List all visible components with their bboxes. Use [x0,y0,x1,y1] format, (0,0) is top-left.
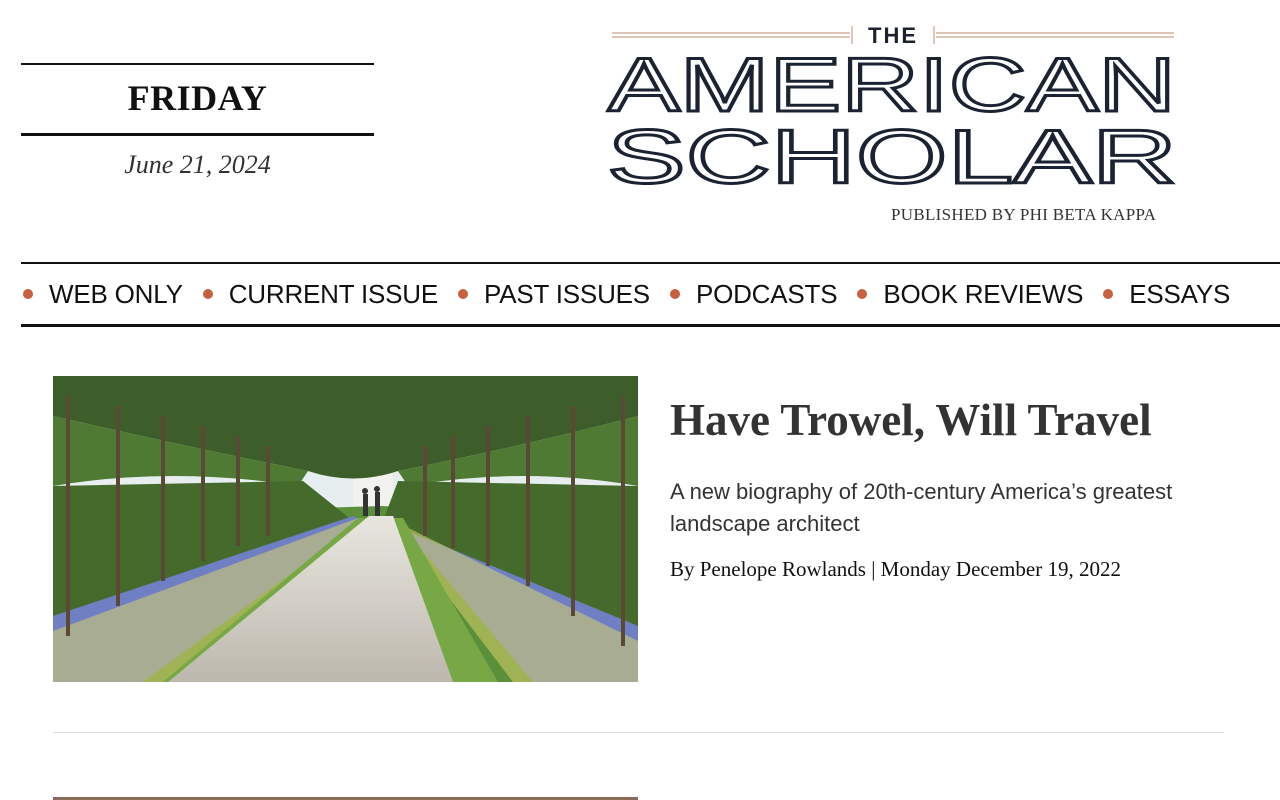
bullet-dot-icon [202,289,213,299]
nav-item-essays[interactable]: ESSAYS [1103,279,1230,310]
nav-item-book-reviews[interactable]: BOOK REVIEWS [857,279,1083,310]
article-image[interactable] [53,376,638,682]
nav-label: PAST ISSUES [484,278,650,309]
bullet-dot-icon [458,289,469,299]
nav-label: BOOK REVIEWS [883,278,1084,309]
logo-wordmark: THE AMERICAN SCHOLAR [606,23,1179,198]
nav-item-web-only[interactable]: WEB ONLY [23,279,183,310]
article-dek: A new biography of 20th-century America’… [670,479,1173,536]
nav-label: WEB ONLY [49,278,183,309]
nav-label: CURRENT ISSUE [228,278,439,309]
main-nav: WEB ONLY CURRENT ISSUE PAST ISSUES PODCA… [21,262,1280,327]
weekday: FRIDAY [127,78,268,118]
nav-label: PODCASTS [695,278,838,309]
nav-item-past-issues[interactable]: PAST ISSUES [458,279,650,310]
nav-item-podcasts[interactable]: PODCASTS [669,278,838,310]
nav-item-current-issue[interactable]: CURRENT ISSUE [202,278,439,310]
date-top-rule [21,63,374,65]
garden-pergola-illustration [53,376,638,682]
article-divider [53,732,1224,733]
current-date: June 21, 2024 [124,150,271,179]
publisher-tagline: PUBLISHED BY PHI BETA KAPPA [891,205,1157,224]
bullet-dot-icon [1103,289,1114,299]
site-logo[interactable]: THE AMERICAN SCHOLAR [600,18,1185,228]
bullet-dot-icon [669,289,680,299]
date-block: FRIDAY June 21, 2024 [21,63,374,180]
article-byline: By Penelope Rowlands | Monday December 1… [670,557,1121,581]
bullet-dot-icon [857,289,868,299]
logo-scholar: SCHOLAR [607,115,1177,198]
date-bottom-rule [21,133,374,136]
nav-label: ESSAYS [1129,278,1231,309]
bullet-dot-icon [23,289,33,299]
article-title[interactable]: Have Trowel, Will Travel [670,394,1152,446]
